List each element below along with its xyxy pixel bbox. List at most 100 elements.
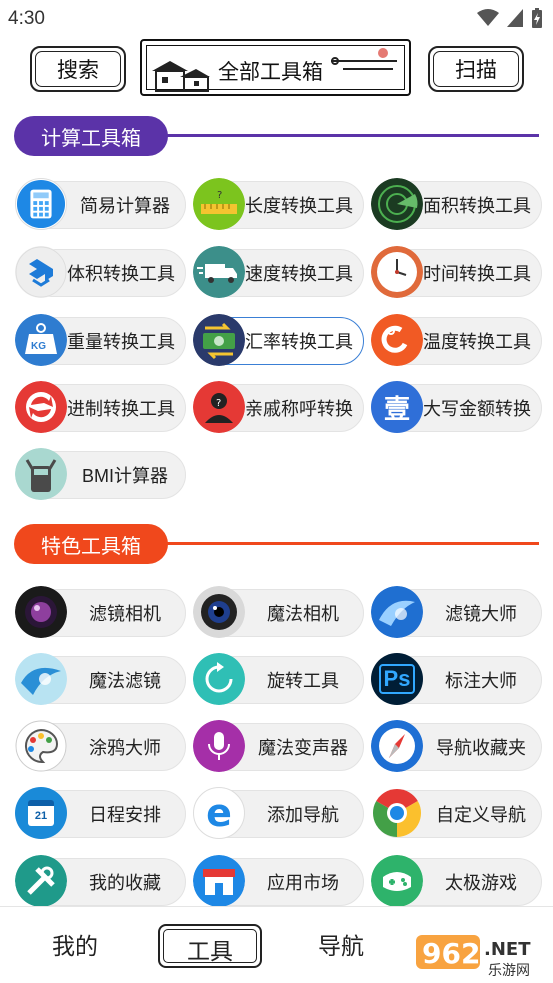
tool-label: 导航收藏夹	[436, 738, 526, 758]
tool-bmi-calculator[interactable]: BMI计算器	[15, 448, 186, 500]
tool-temperature-converter[interactable]: 温度转换工具	[371, 314, 542, 366]
temperature-icon	[371, 314, 423, 366]
calc-section-header: 计算工具箱	[14, 116, 539, 156]
status-bar: 4:30	[0, 0, 553, 36]
weight-badge: KG	[31, 341, 46, 352]
village-icon	[152, 61, 210, 92]
scan-button[interactable]: 扫描	[428, 46, 524, 92]
battery-icon	[532, 8, 542, 28]
status-time: 4:30	[8, 8, 45, 29]
tool-magic-camera[interactable]: 魔法相机	[193, 586, 364, 638]
tool-my-favorites[interactable]: 我的收藏	[15, 855, 186, 907]
tool-label: 面积转换工具	[423, 196, 531, 216]
store-icon	[193, 855, 245, 907]
convert-arrows-icon	[15, 381, 67, 433]
ruler-icon: ?	[193, 178, 245, 230]
tool-label: 汇率转换工具	[245, 332, 353, 352]
tool-label: 大写金额转换	[423, 399, 531, 419]
lens-icon	[15, 586, 67, 638]
tool-doodle-master[interactable]: 涂鸦大师	[15, 720, 186, 772]
tool-label: 标注大师	[445, 671, 517, 691]
tool-label: 进制转换工具	[67, 399, 175, 419]
tool-relative-names[interactable]: ? 亲戚称呼转换	[193, 381, 364, 433]
palette-icon	[15, 720, 67, 772]
calc-section-divider	[164, 134, 539, 137]
nav-tools-label: 工具	[187, 938, 233, 964]
tool-simple-calculator[interactable]: 简易计算器	[15, 178, 186, 230]
sun-cloud-icon	[331, 48, 397, 70]
money-exchange-icon	[193, 314, 245, 366]
filter-icon	[371, 586, 423, 638]
tool-taiji-game[interactable]: 太极游戏	[371, 855, 542, 907]
radar-icon	[371, 178, 423, 230]
svg-text:?: ?	[216, 398, 221, 409]
tool-filter-camera[interactable]: 滤镜相机	[15, 586, 186, 638]
status-icons	[477, 8, 543, 28]
all-tools-label: 全部工具箱	[218, 61, 323, 84]
calendar-glyph: 21	[34, 810, 48, 822]
search-button-label: 搜索	[57, 59, 99, 82]
tool-label: 体积转换工具	[67, 264, 175, 284]
magic-filter-icon	[15, 653, 67, 705]
bottom-nav: 我的 工具 导航 962 .NET 乐游网	[0, 906, 553, 983]
tool-label: 滤镜大师	[445, 604, 517, 624]
tool-time-converter[interactable]: 时间转换工具	[371, 246, 542, 298]
tools-icon	[15, 855, 67, 907]
tool-custom-navigation[interactable]: 自定义导航	[371, 787, 542, 839]
tool-nav-favorites[interactable]: 导航收藏夹	[371, 720, 542, 772]
nav-navigation[interactable]: 导航	[318, 927, 364, 961]
tool-annotation-master[interactable]: Ps 标注大师	[371, 653, 542, 705]
camera-icon	[193, 586, 245, 638]
scale-icon	[15, 448, 67, 500]
featured-section-divider	[164, 542, 539, 545]
tool-label: 自定义导航	[436, 805, 526, 825]
all-tools-banner[interactable]: 全部工具箱	[140, 39, 411, 96]
nav-mine[interactable]: 我的	[52, 927, 98, 961]
tool-label: 涂鸦大师	[89, 738, 161, 758]
tool-length-converter[interactable]: ? 长度转换工具	[193, 178, 364, 230]
gamepad-icon	[371, 855, 423, 907]
search-button[interactable]: 搜索	[30, 46, 126, 92]
tool-label: 速度转换工具	[245, 264, 353, 284]
box-icon	[15, 246, 67, 298]
tool-label: 旋转工具	[267, 671, 339, 691]
tool-app-market[interactable]: 应用市场	[193, 855, 364, 907]
svg-text:乐游网: 乐游网	[488, 963, 530, 979]
chrome-icon	[371, 787, 423, 839]
chinese-numeral-glyph: 壹	[383, 394, 410, 425]
tool-voice-changer[interactable]: 魔法变声器	[193, 720, 364, 772]
tool-label: 应用市场	[267, 873, 339, 893]
tool-schedule[interactable]: 21 日程安排	[15, 787, 186, 839]
tool-label: 太极游戏	[445, 873, 517, 893]
tool-label: 我的收藏	[89, 873, 161, 893]
tool-label: 魔法滤镜	[89, 671, 161, 691]
wifi-icon	[477, 9, 499, 26]
tool-base-converter[interactable]: 进制转换工具	[15, 381, 186, 433]
tool-chinese-amount[interactable]: 壹 大写金额转换	[371, 381, 542, 433]
photoshop-icon: Ps	[371, 653, 423, 705]
tool-weight-converter[interactable]: KG 重量转换工具	[15, 314, 186, 366]
microphone-icon	[193, 720, 245, 772]
tool-add-navigation[interactable]: e 添加导航	[193, 787, 364, 839]
tool-label: 日程安排	[89, 805, 161, 825]
svg-text:?: ?	[217, 190, 222, 201]
tool-volume-converter[interactable]: 体积转换工具	[15, 246, 186, 298]
tool-label: 简易计算器	[80, 196, 170, 216]
tool-label: 温度转换工具	[423, 332, 531, 352]
tool-area-converter[interactable]: 面积转换工具	[371, 178, 542, 230]
browser-e-glyph: e	[206, 791, 232, 835]
tool-label: 魔法变声器	[258, 738, 348, 758]
calculator-icon	[15, 178, 67, 230]
tool-filter-master[interactable]: 滤镜大师	[371, 586, 542, 638]
watermark-logo: 962 .NET 乐游网	[414, 925, 550, 981]
tool-magic-filter[interactable]: 魔法滤镜	[15, 653, 186, 705]
tool-label: 添加导航	[267, 805, 339, 825]
tool-label: 滤镜相机	[89, 604, 161, 624]
svg-text:962: 962	[422, 937, 480, 970]
tool-speed-converter[interactable]: 速度转换工具	[193, 246, 364, 298]
person-icon: ?	[193, 381, 245, 433]
tool-rotate[interactable]: 旋转工具	[193, 653, 364, 705]
svg-text:.NET: .NET	[484, 939, 531, 960]
tool-exchange-rate-converter[interactable]: 汇率转换工具	[193, 314, 364, 366]
nav-tools[interactable]: 工具	[158, 924, 262, 968]
